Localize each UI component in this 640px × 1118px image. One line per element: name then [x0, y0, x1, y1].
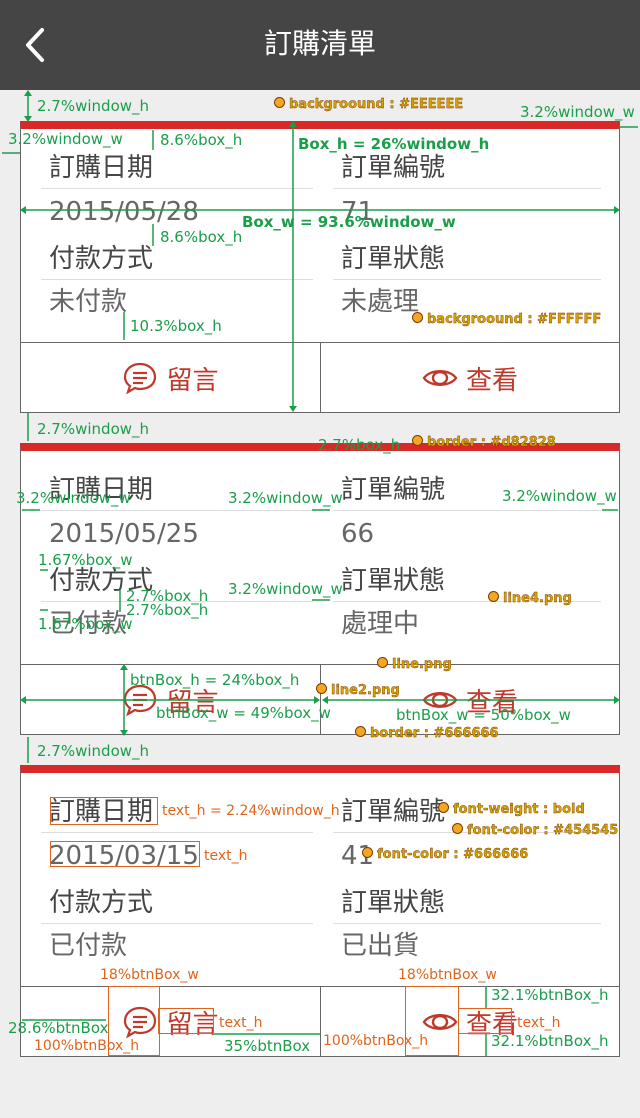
divider	[41, 923, 313, 924]
payment-value: 已付款	[49, 931, 128, 961]
order-number-label: 訂單編號	[341, 475, 446, 505]
annotation: text_h	[517, 1015, 561, 1031]
status-label: 訂單狀態	[341, 566, 446, 596]
payment-value: 未付款	[49, 287, 128, 317]
divider	[41, 188, 313, 189]
button-row: 留言 查看	[21, 342, 619, 413]
divider	[41, 279, 313, 280]
message-button-label: 留言	[166, 365, 219, 396]
divider	[333, 188, 601, 189]
view-button[interactable]: 查看	[321, 343, 619, 413]
annotation: 18%btnBox_w	[398, 967, 497, 983]
order-date-value: 2015/05/28	[49, 197, 199, 227]
text-outline	[50, 841, 200, 867]
annotation: 3.2%window_w	[8, 130, 123, 148]
annotation-tag: backgroound : #EEEEEE	[274, 97, 464, 113]
annotation: 2.7%window_h	[37, 742, 150, 760]
annotation: btnBox_w = 50%box_w	[396, 706, 571, 724]
annotation: 2.7%box_h	[318, 436, 401, 454]
message-button[interactable]: 留言	[21, 343, 321, 413]
text-outline	[158, 1008, 214, 1034]
status-value: 處理中	[341, 609, 420, 639]
annotation: 18%btnBox_w	[100, 967, 199, 983]
top-bar: 訂購清單	[0, 0, 640, 90]
page-title: 訂購清單	[263, 27, 376, 60]
annotation-tag: line.png	[377, 657, 452, 673]
order-date-label: 訂購日期	[49, 153, 154, 183]
annotation: 8.6%box_h	[160, 131, 243, 149]
annotation: Box_w = 93.6%window_w	[242, 213, 456, 231]
annotation: 100%btnBox_h	[34, 1038, 140, 1054]
annotation-tag: line4.png	[488, 591, 572, 607]
divider	[333, 923, 601, 924]
annotation: 8.6%box_h	[160, 228, 243, 246]
status-value: 未處理	[341, 287, 420, 317]
status-label: 訂單狀態	[341, 888, 446, 918]
annotation: 3.2%window_w	[502, 487, 617, 505]
eye-icon	[422, 370, 458, 386]
order-number-label: 訂單編號	[341, 797, 446, 827]
annotation: text_h	[219, 1015, 263, 1031]
annotation-tag: font-color : #666666	[362, 847, 529, 863]
annotation: text_h = 2.24%window_h	[162, 803, 340, 819]
annotation-tag: border : #d82828	[412, 435, 556, 451]
view-button[interactable]: 查看	[321, 665, 619, 735]
annotation: 3.2%window_w	[520, 103, 635, 121]
annotation: 32.1%btnBox_h	[491, 1032, 609, 1050]
payment-label: 付款方式	[49, 244, 154, 274]
status-label: 訂單狀態	[341, 244, 446, 274]
annotation: btnBox_h = 24%box_h	[130, 671, 300, 689]
annotation: 2.7%box_h	[126, 601, 209, 619]
view-button-label: 查看	[465, 365, 518, 396]
annotation: btnBox_w = 49%box_w	[156, 704, 331, 722]
annotation: 100%btnBox_h	[323, 1033, 429, 1049]
order-card: 訂購日期 訂單編號 2015/05/28 71 付款方式 訂單狀態 未付款 未處…	[20, 121, 620, 413]
annotation-tag: border : #666666	[355, 726, 499, 742]
annotation: 2.7%window_h	[37, 97, 150, 115]
order-number-value: 66	[341, 519, 375, 549]
annotation-tag: font-weight : bold	[438, 802, 585, 818]
annotation: 35%btnBox	[224, 1037, 311, 1055]
chat-bubble-icon	[124, 362, 157, 395]
divider	[41, 510, 313, 511]
divider	[333, 279, 601, 280]
annotation: 10.3%box_h	[130, 317, 222, 335]
payment-label: 付款方式	[49, 888, 154, 918]
annotation: 1.67%box_w	[38, 551, 133, 569]
order-date-value: 2015/05/25	[49, 519, 199, 549]
annotation: 1.67%box_w	[38, 615, 133, 633]
divider	[41, 832, 313, 833]
annotation: 32.1%btnBox_h	[491, 986, 609, 1004]
order-number-label: 訂單編號	[341, 153, 446, 183]
text-outline	[458, 1008, 512, 1034]
annotation: 3.2%window_w	[228, 489, 343, 507]
annotation: 3.2%window_w	[16, 489, 131, 507]
annotation: Box_h = 26%window_h	[298, 135, 490, 153]
annotation-tag: backgroound : #FFFFFF	[412, 312, 602, 328]
divider	[333, 510, 601, 511]
text-outline	[50, 797, 158, 825]
annotation-tag: font-color : #454545	[452, 823, 619, 839]
annotation: text_h	[204, 848, 248, 864]
annotation: 28.6%btnBox	[8, 1019, 109, 1037]
annotation: 3.2%window_w	[228, 580, 343, 598]
annotation-tag: line2.png	[316, 683, 400, 699]
annotation: 2.7%window_h	[37, 420, 150, 438]
status-value: 已出貨	[341, 931, 420, 961]
